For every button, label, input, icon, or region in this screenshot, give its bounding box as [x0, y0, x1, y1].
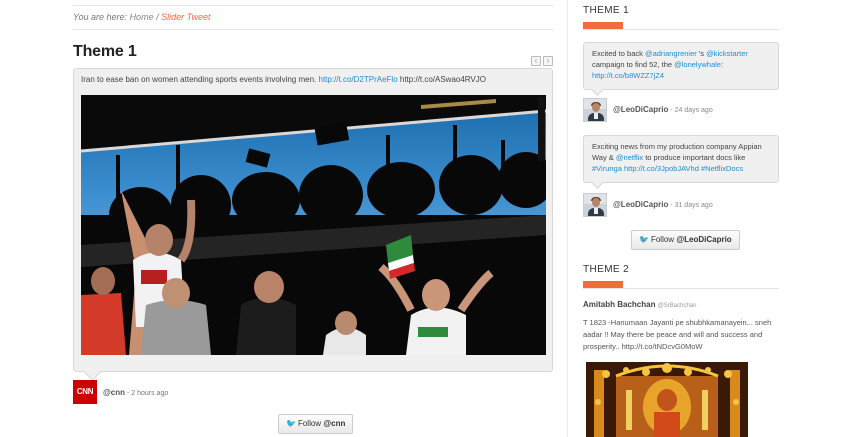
slider-prev-button[interactable]: ‹	[531, 56, 541, 66]
tweet-time: - 2 hours ago	[125, 390, 169, 397]
follow-cnn-button[interactable]: 🐦 Follow @cnn	[278, 414, 354, 434]
twitter-bird-icon: 🐦	[639, 235, 649, 244]
sidebar-theme2-rule	[583, 288, 779, 289]
sidebar-theme2-tweet-text: T 1823 -Hanumaan Jayanti pe shubhkamanay…	[583, 318, 772, 351]
sidebar-theme2-title: THEME 2	[583, 264, 630, 275]
tweet-link-1[interactable]: http://t.co/D2TPrAeFlo	[319, 75, 398, 84]
sidebar-theme1-accent-bar	[583, 22, 623, 29]
author-meta: @cnn - 2 hours ago	[103, 388, 168, 397]
tweet-link-2[interactable]: http://t.co/ASwao4RVJO	[400, 75, 486, 84]
tweet-1-mention-adriangrenier[interactable]: @adriangrenier	[645, 49, 697, 58]
chevron-right-icon: ›	[546, 56, 550, 65]
sidebar-tweet-1-text: Excited to back @adriangrenier 's @kicks…	[592, 49, 748, 80]
sidebar-tweet-2-author: @LeoDiCaprio - 31 days ago	[583, 193, 779, 217]
sidebar-theme1-rule	[583, 29, 779, 30]
sidebar-tweet-bubble-1: Excited to back @adriangrenier 's @kicks…	[583, 42, 779, 90]
column-divider	[567, 0, 568, 437]
tweet-1-text-part: :	[720, 60, 724, 69]
tweet-photo[interactable]	[81, 95, 546, 355]
sidebar-theme2-author: Amitabh Bachchan @SrBachchan	[583, 300, 696, 309]
tweet-1-text-part: 's	[696, 49, 707, 58]
avatar[interactable]	[583, 193, 607, 217]
tweet-1-mention-kickstarter[interactable]: @kickstarter	[706, 49, 748, 58]
avatar[interactable]	[583, 98, 607, 122]
tweet-time: - 31 days ago	[668, 202, 713, 209]
tweet-1-mention-lonelywhale[interactable]: @lonelywhale	[674, 60, 721, 69]
tweet-2-hashtag-virunga[interactable]: #Virunga	[592, 164, 622, 173]
follow-label: Follow	[297, 419, 324, 428]
slider-next-button[interactable]: ›	[543, 56, 553, 66]
author-handle[interactable]: @cnn	[103, 388, 125, 397]
tweet-time: - 24 days ago	[668, 107, 713, 114]
sidebar-tweet-2-text: Exciting news from my production company…	[592, 142, 762, 173]
author-handle[interactable]: @LeoDiCaprio	[613, 200, 668, 209]
sidebar-tweet-1-meta: @LeoDiCaprio - 24 days ago	[613, 105, 713, 114]
cnn-logo-avatar[interactable]: CNN	[73, 380, 97, 404]
stadium-photo-illustration	[81, 95, 546, 355]
sidebar-tweet-1-author: @LeoDiCaprio - 24 days ago	[583, 98, 779, 122]
temple-photo-illustration	[586, 362, 748, 437]
tweet-body: Iran to ease ban on women attending spor…	[81, 75, 317, 84]
author-name[interactable]: Amitabh Bachchan	[583, 300, 655, 309]
author-handle[interactable]: @LeoDiCaprio	[613, 105, 668, 114]
author-handle[interactable]: @SrBachchan	[658, 303, 697, 309]
follow-label: Follow	[650, 235, 677, 244]
page-title: Theme 1	[73, 43, 137, 60]
twitter-bird-icon: 🐦	[286, 419, 296, 428]
breadcrumb-bar: You are here: Home / Slider Tweet	[73, 5, 553, 30]
sidebar-tweet-2-meta: @LeoDiCaprio - 31 days ago	[613, 200, 713, 209]
tweet-text: Iran to ease ban on women attending spor…	[81, 75, 486, 84]
tweet-bubble: Iran to ease ban on women attending spor…	[73, 68, 553, 372]
chevron-left-icon: ‹	[534, 56, 538, 65]
sidebar-theme1-title: THEME 1	[583, 5, 630, 16]
follow-leodicaprio-button[interactable]: 🐦 Follow @LeoDiCaprio	[631, 230, 740, 250]
tweet-2-mention-netflix[interactable]: @netflix	[616, 153, 643, 162]
breadcrumb-current-link[interactable]: Slider Tweet	[161, 12, 210, 22]
sidebar-theme2-photo[interactable]	[586, 362, 748, 437]
tweet-1-text-part: Excited to back	[592, 49, 645, 58]
follow-handle: @LeoDiCaprio	[676, 235, 732, 244]
sidebar-theme2-accent-bar	[583, 281, 623, 288]
main-column: You are here: Home / Slider Tweet Theme …	[73, 0, 553, 437]
tweet-2-text-part: to produce important docs like	[643, 153, 746, 162]
breadcrumb: You are here: Home / Slider Tweet	[73, 12, 210, 22]
sidebar-tweet-bubble-2: Exciting news from my production company…	[583, 135, 779, 183]
photo-credit-strip	[538, 97, 545, 161]
sidebar: THEME 1 Excited to back @adriangrenier '…	[583, 0, 780, 437]
breadcrumb-separator: /	[156, 12, 159, 22]
follow-handle: @cnn	[323, 419, 346, 428]
tweet-2-hashtag-netflixdocs[interactable]: #NetflixDocs	[701, 164, 743, 173]
breadcrumb-prefix: You are here:	[73, 12, 128, 22]
tweet-1-text-part: campaign to find 52, the	[592, 60, 675, 69]
breadcrumb-home-link[interactable]: Home	[130, 12, 154, 22]
tweet-2-link[interactable]: http://t.co/3JpobJAVhd	[624, 164, 699, 173]
tweet-1-link[interactable]: http://t.co/b8WZZ7jZ4	[592, 71, 664, 80]
